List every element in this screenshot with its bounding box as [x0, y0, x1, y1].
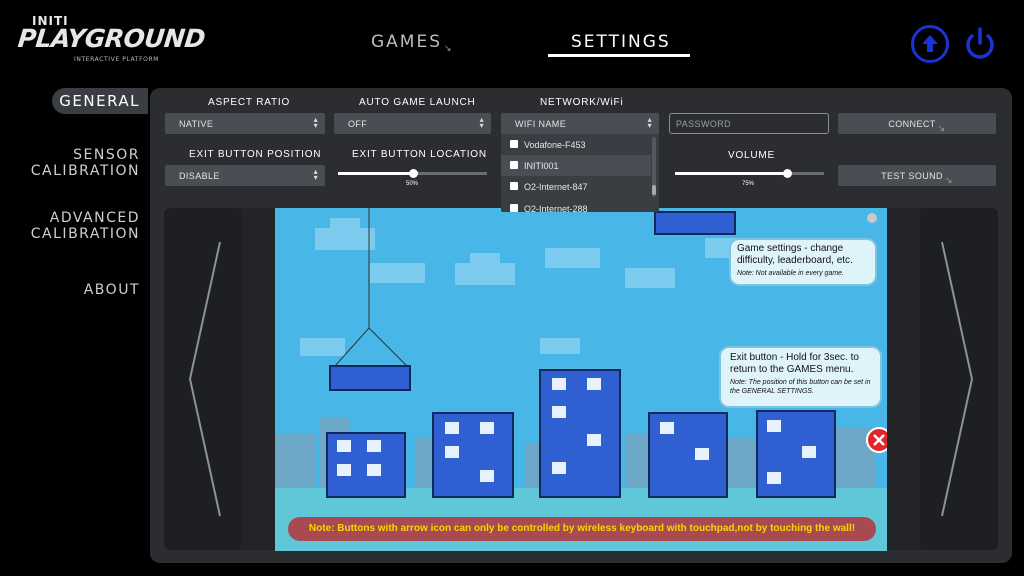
tab-settings[interactable]: SETTINGS [571, 32, 671, 52]
wifi-dropdown-list: Vodafone-F453 INITI001 O2-Internet-847 O… [501, 134, 659, 212]
sidebar-item-about[interactable]: ABOUT [84, 282, 140, 298]
sidebar-item-label: SENSOR [73, 147, 140, 163]
keyboard-note-bar: Note: Buttons with arrow icon can only b… [288, 517, 876, 541]
exit-button-tooltip-note: Note: The position of this button can be… [730, 379, 871, 395]
logo-brand-main: PLAYGROUND [16, 24, 207, 53]
volume-slider[interactable] [675, 169, 824, 178]
aspect-ratio-select[interactable]: NATIVE ▴ ▾ [165, 113, 325, 134]
game-settings-tooltip-title: Game settings - change difficulty, leade… [737, 243, 853, 266]
select-arrows-icon: ▴ ▾ [313, 167, 318, 182]
volume-label: VOLUME [728, 150, 776, 161]
scrollbar-thumb[interactable] [652, 185, 656, 195]
arrow-cursor-icon: ↘ [444, 44, 454, 54]
network-wifi-label: NETWORK/WiFi [540, 97, 624, 108]
wifi-name-value: WIFI NAME [515, 119, 567, 129]
exit-button-tooltip-title: Exit button - Hold for 3sec. to return t… [730, 352, 859, 375]
sidebar-item-label: GENERAL [59, 92, 140, 110]
wifi-list-scrollbar[interactable] [652, 137, 656, 197]
connect-button[interactable]: CONNECT ↘ [838, 113, 996, 134]
chevron-right-icon [941, 241, 974, 517]
exit-button-position-select[interactable]: DISABLE ▴ ▾ [165, 165, 325, 186]
active-tab-underline [548, 54, 690, 57]
arrow-cursor-icon: ↘ [944, 175, 953, 185]
checkbox-icon [510, 204, 518, 212]
game-settings-tooltip: Game settings - change difficulty, leade… [729, 238, 877, 286]
exit-button-position-label: EXIT BUTTON POSITION [189, 149, 322, 160]
select-arrows-icon: ▴ ▾ [313, 115, 318, 130]
connect-button-label: CONNECT [888, 119, 936, 129]
power-icon [966, 27, 994, 59]
password-placeholder: PASSWORD [676, 119, 732, 129]
slider-fill [675, 172, 787, 175]
game-settings-tooltip-note: Note: Not available in every game. [737, 270, 844, 277]
sidebar-item-label: CALIBRATION [30, 226, 140, 242]
power-button[interactable] [961, 25, 999, 63]
sidebar-item-advanced-calibration[interactable]: ADVANCED CALIBRATION [31, 210, 140, 242]
test-sound-label: TEST SOUND [881, 171, 943, 181]
wifi-option-label: O2-Internet-847 [524, 182, 588, 192]
upload-circle-icon [922, 35, 938, 52]
exit-button-location-slider[interactable] [338, 169, 487, 178]
keyboard-note-text: Note: Buttons with arrow icon can only b… [308, 523, 856, 534]
tab-settings-label: SETTINGS [571, 32, 671, 52]
auto-game-launch-value: OFF [348, 119, 368, 129]
slider-knob[interactable] [782, 169, 792, 178]
wifi-name-select[interactable]: WIFI NAME ▴ ▾ [501, 113, 659, 134]
sidebar-item-label: CALIBRATION [30, 163, 140, 179]
wifi-option[interactable]: O2-Internet-288 [501, 198, 651, 212]
wifi-option-label: INITI001 [524, 161, 559, 171]
wifi-option[interactable]: Vodafone-F453 [501, 134, 651, 155]
slider-fill [338, 172, 413, 175]
volume-value: 75% [742, 181, 755, 187]
exit-button-location-value: 50% [406, 181, 419, 187]
checkbox-icon [510, 182, 518, 190]
update-button[interactable] [911, 25, 949, 63]
logo-brand-sub: INTERACTIVE PLATFORM [74, 56, 159, 63]
exit-button-location-label: EXIT BUTTON LOCATION [352, 149, 487, 160]
exit-button-tooltip: Exit button - Hold for 3sec. to return t… [719, 346, 882, 408]
aspect-ratio-value: NATIVE [179, 119, 214, 129]
checkbox-icon [510, 161, 518, 169]
aspect-ratio-label: ASPECT RATIO [208, 97, 291, 108]
password-field[interactable]: PASSWORD [669, 113, 829, 134]
checkbox-icon [510, 140, 518, 148]
game-preview-image: Game settings - change difficulty, leade… [275, 208, 887, 551]
tab-games-label: GAMES [371, 32, 443, 52]
auto-game-launch-label: AUTO GAME LAUNCH [359, 97, 476, 108]
wifi-option-label: O2-Internet-288 [524, 204, 588, 212]
select-arrows-icon: ▴ ▾ [647, 115, 652, 130]
auto-game-launch-select[interactable]: OFF ▴ ▾ [334, 113, 491, 134]
initi-playground-logo: INITI PLAYGROUND INTERACTIVE PLATFORM [16, 14, 206, 68]
select-arrows-icon: ▴ ▾ [479, 115, 484, 130]
wifi-option[interactable]: O2-Internet-847 [501, 176, 651, 197]
tab-games[interactable]: GAMES ↘ [371, 32, 454, 54]
wifi-option[interactable]: INITI001 [501, 155, 651, 176]
next-slide-button[interactable] [920, 208, 998, 550]
arrow-cursor-icon: ↘ [937, 123, 946, 133]
exit-button-position-value: DISABLE [179, 171, 220, 181]
sidebar-item-label: ABOUT [83, 282, 140, 298]
sidebar-item-sensor-calibration[interactable]: SENSOR CALIBRATION [31, 147, 140, 179]
prev-slide-button[interactable] [164, 208, 242, 550]
test-sound-button[interactable]: TEST SOUND ↘ [838, 165, 996, 186]
wifi-option-label: Vodafone-F453 [524, 140, 586, 150]
slider-knob[interactable] [408, 169, 418, 178]
sidebar-item-label: ADVANCED [49, 210, 140, 226]
sidebar-item-general[interactable]: GENERAL [59, 93, 140, 109]
chevron-left-icon [188, 241, 221, 517]
